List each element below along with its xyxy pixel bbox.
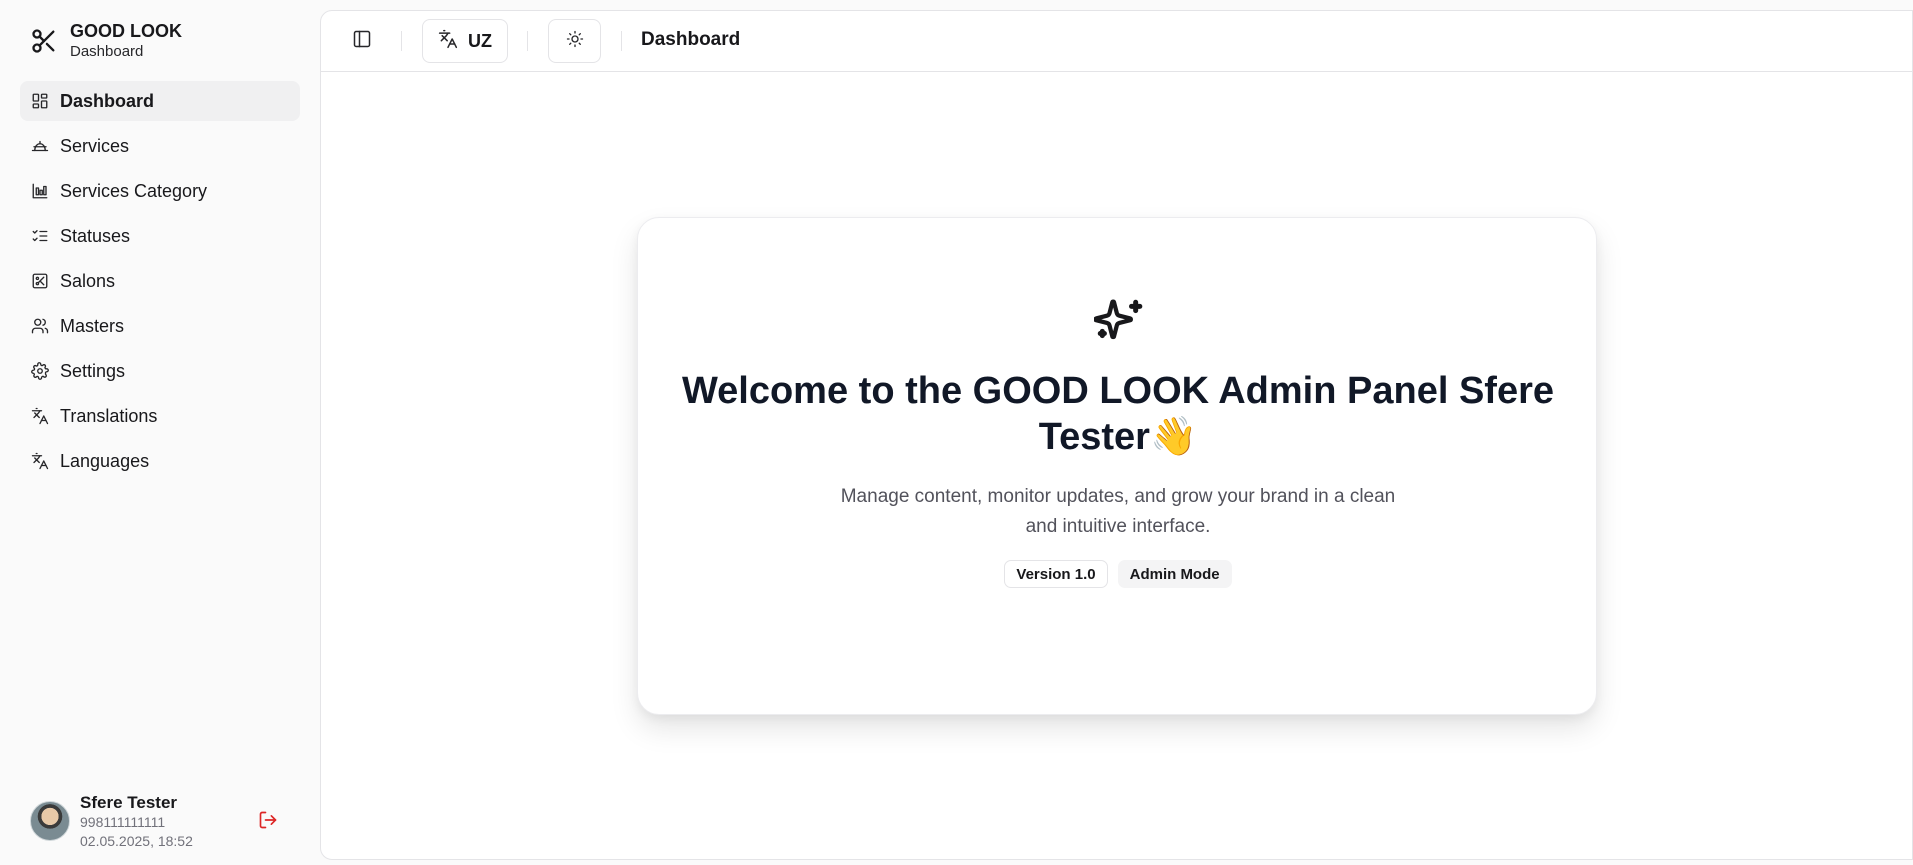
divider xyxy=(621,31,622,51)
welcome-title: Welcome to the GOOD LOOK Admin Panel Sfe… xyxy=(678,368,1558,460)
divider xyxy=(401,31,402,51)
user-name: Sfere Tester xyxy=(80,792,178,812)
scissors-square-icon xyxy=(30,271,50,291)
sidebar-item-label: Translations xyxy=(60,405,158,426)
sidebar-item-languages[interactable]: Languages xyxy=(20,441,300,481)
sidebar-item-label: Salons xyxy=(60,270,116,291)
list-checks-icon xyxy=(30,226,50,246)
scissors-icon xyxy=(30,27,58,55)
languages-icon xyxy=(30,406,50,426)
hat-icon xyxy=(30,136,50,156)
divider xyxy=(527,31,528,51)
welcome-title-text: Welcome to the GOOD LOOK Admin Panel Sfe… xyxy=(681,370,1555,458)
sidebar-item-translations[interactable]: Translations xyxy=(20,396,300,436)
waving-hand-emoji: 👋 xyxy=(1149,416,1198,458)
languages-icon xyxy=(30,451,50,471)
page-title: Dashboard xyxy=(641,29,741,50)
language-label: UZ xyxy=(468,30,492,51)
chart-columns-icon xyxy=(30,181,50,201)
badge-group: Version 1.0 Admin Mode xyxy=(638,560,1598,588)
layout-dashboard-icon xyxy=(30,91,50,111)
sidebar-item-dashboard[interactable]: Dashboard xyxy=(20,81,300,121)
sidebar-item-label: Services xyxy=(60,135,130,156)
sun-icon xyxy=(566,30,584,53)
panel-left-icon xyxy=(352,29,372,54)
sidebar-item-label: Statuses xyxy=(60,225,131,246)
sidebar-toggle-button[interactable] xyxy=(341,19,383,63)
welcome-description: Manage content, monitor updates, and gro… xyxy=(840,486,1396,537)
sidebar-item-label: Settings xyxy=(60,360,126,381)
sidebar-item-statuses[interactable]: Statuses xyxy=(20,216,300,256)
welcome-card: Welcome to the GOOD LOOK Admin Panel Sfe… xyxy=(637,217,1597,715)
theme-toggle-button[interactable] xyxy=(548,19,601,63)
sidebar-item-label: Masters xyxy=(60,315,125,336)
main-panel: UZ Dashboard Welcome to the GOOD LOOK Ad… xyxy=(320,10,1913,860)
sidebar-nav: Dashboard Services Services Category Sta… xyxy=(20,81,300,486)
sidebar-item-services-category[interactable]: Services Category xyxy=(20,171,300,211)
sidebar-item-masters[interactable]: Masters xyxy=(20,306,300,346)
sparkles-icon xyxy=(1093,296,1144,346)
user-phone: 998111111111 xyxy=(80,813,166,830)
mode-badge: Admin Mode xyxy=(1117,560,1232,588)
avatar xyxy=(30,801,70,841)
brand-subtitle: Dashboard xyxy=(70,43,144,60)
sidebar-item-salons[interactable]: Salons xyxy=(20,261,300,301)
sidebar-item-label: Languages xyxy=(60,450,150,471)
user-profile[interactable]: Sfere Tester 998111111111 02.05.2025, 18… xyxy=(30,790,300,852)
language-switcher-button[interactable]: UZ xyxy=(422,19,508,63)
brand-title: GOOD LOOK xyxy=(70,21,182,41)
version-badge: Version 1.0 xyxy=(1004,560,1108,588)
topbar: UZ Dashboard xyxy=(321,11,1912,72)
sidebar: GOOD LOOK Dashboard Dashboard Services S… xyxy=(0,0,320,865)
gear-icon xyxy=(30,361,50,381)
languages-icon xyxy=(438,29,458,54)
brand[interactable]: GOOD LOOK Dashboard xyxy=(30,20,182,61)
sidebar-item-settings[interactable]: Settings xyxy=(20,351,300,391)
users-icon xyxy=(30,316,50,336)
sidebar-item-label: Dashboard xyxy=(60,90,155,111)
sidebar-item-label: Services Category xyxy=(60,180,208,201)
logout-icon[interactable] xyxy=(258,810,278,830)
sidebar-item-services[interactable]: Services xyxy=(20,126,300,166)
user-date: 02.05.2025, 18:52 xyxy=(80,832,193,849)
